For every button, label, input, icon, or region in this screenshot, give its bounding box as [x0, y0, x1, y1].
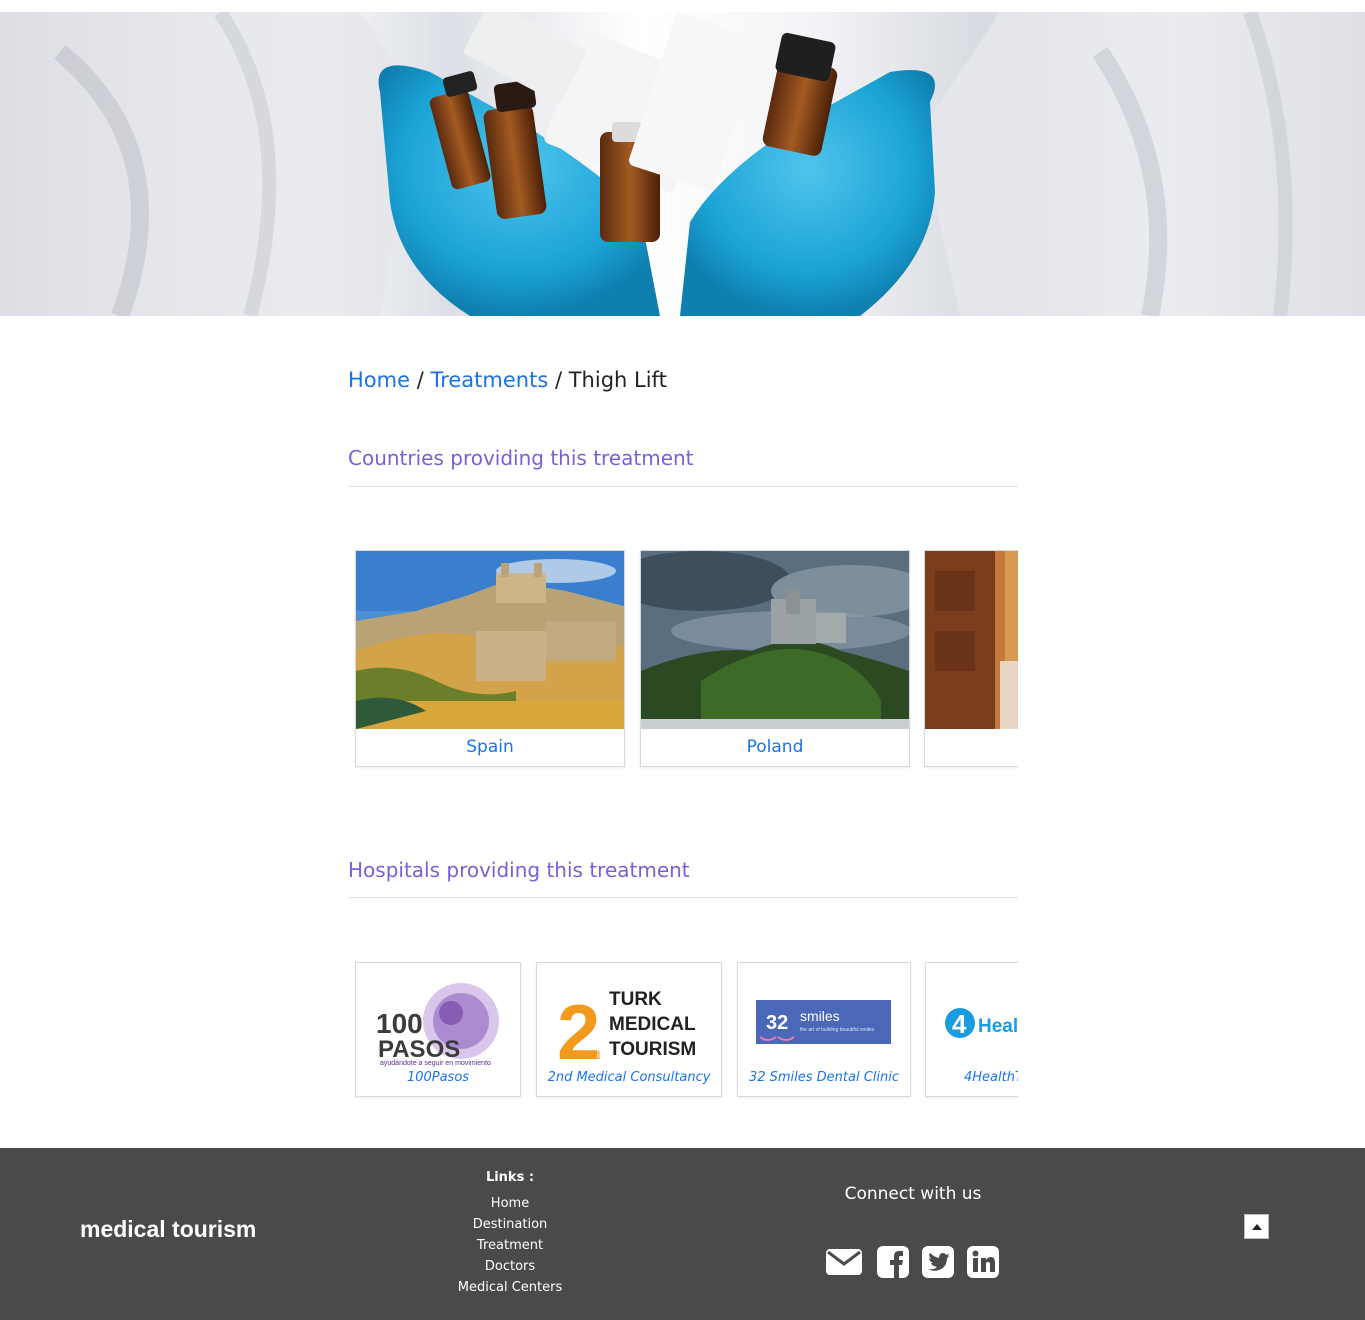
countries-carousel: Spain Poland	[348, 550, 1018, 770]
breadcrumb-home-link[interactable]: Home	[348, 368, 410, 392]
logo-text: 100	[376, 1008, 423, 1039]
footer: medical tourism Links : Home Destination…	[0, 1148, 1365, 1320]
breadcrumb-separator: /	[554, 368, 563, 392]
country-name[interactable]: Poland	[641, 737, 909, 757]
footer-link-treatment[interactable]: Treatment	[410, 1235, 610, 1256]
logo-word: smiles	[800, 1008, 840, 1024]
hospital-logo-100pasos: 100 PASOS ayudándote a seguir en movimie…	[356, 971, 520, 1071]
footer-brand: medical tourism	[80, 1216, 257, 1242]
footer-link-doctors[interactable]: Doctors	[410, 1256, 610, 1277]
footer-links-title: Links :	[485, 1170, 535, 1185]
hospital-logo-4health: 4 Heal	[926, 971, 1018, 1071]
hospital-logo-32-smiles: 32 smiles the art of building beautiful …	[738, 971, 910, 1071]
logo-line: TURK	[609, 989, 662, 1010]
logo-text: PASOS	[378, 1036, 460, 1063]
country-card[interactable]	[924, 550, 1018, 767]
logo-line: TOURISM	[609, 1039, 696, 1060]
hospital-name[interactable]: 32 Smiles Dental Clinic	[738, 1070, 910, 1085]
hospitals-carousel: 100 PASOS ayudándote a seguir en movimie…	[348, 962, 1018, 1102]
hospital-logo-turk-medical-tourism: 2 nd TURK MEDICAL TOURISM	[537, 971, 721, 1076]
logo-mark: 4	[952, 1009, 967, 1039]
country-card-spain[interactable]: Spain	[355, 550, 625, 767]
email-icon[interactable]	[825, 1245, 863, 1283]
hospital-card-32-smiles-dental-clinic[interactable]: 32 smiles the art of building beautiful …	[737, 962, 911, 1097]
hospital-name[interactable]: 100Pasos	[356, 1070, 520, 1085]
hospital-name[interactable]: 4HealthT	[926, 1070, 1018, 1085]
caret-up-icon	[1252, 1224, 1262, 1230]
section-divider	[348, 486, 1018, 487]
breadcrumb: Home / Treatments / Thigh Lift	[348, 368, 667, 392]
footer-links: Links : Home Destination Treatment Docto…	[410, 1170, 610, 1298]
country-image-poland	[641, 551, 909, 729]
logo-word: Heal	[978, 1016, 1018, 1037]
logo-suffix: nd	[587, 1048, 600, 1062]
breadcrumb-current: Thigh Lift	[568, 368, 667, 392]
logo-tagline: ayudándote a seguir en movimiento	[380, 1060, 491, 1067]
twitter-icon[interactable]	[921, 1245, 955, 1283]
facebook-icon[interactable]	[876, 1245, 910, 1283]
connect-with-us-heading: Connect with us	[844, 1184, 982, 1204]
hero-banner-image	[0, 12, 1365, 316]
country-image	[925, 551, 1018, 729]
countries-section-title: Countries providing this treatment	[348, 446, 694, 470]
country-card-poland[interactable]: Poland	[640, 550, 910, 767]
section-divider	[348, 897, 1018, 898]
breadcrumb-treatments-link[interactable]: Treatments	[430, 368, 548, 392]
footer-link-home[interactable]: Home	[410, 1193, 610, 1214]
footer-link-medical-centers[interactable]: Medical Centers	[410, 1277, 610, 1298]
logo-tagline: the art of building beautiful smiles	[800, 1027, 875, 1033]
hospital-card-4health[interactable]: 4 Heal 4HealthT	[925, 962, 1018, 1097]
hospital-card-100pasos[interactable]: 100 PASOS ayudándote a seguir en movimie…	[355, 962, 521, 1097]
hospital-card-2nd-medical-consultancy[interactable]: 2 nd TURK MEDICAL TOURISM 2nd Medical Co…	[536, 962, 722, 1097]
linkedin-icon[interactable]	[966, 1245, 1000, 1283]
logo-line: MEDICAL	[609, 1014, 696, 1035]
footer-link-destination[interactable]: Destination	[410, 1214, 610, 1235]
hospitals-section-title: Hospitals providing this treatment	[348, 858, 690, 882]
country-name[interactable]: Spain	[356, 737, 624, 757]
breadcrumb-separator: /	[416, 368, 424, 392]
hospital-name[interactable]: 2nd Medical Consultancy	[537, 1070, 721, 1085]
country-image-spain	[356, 551, 624, 729]
logo-number: 32	[766, 1012, 788, 1034]
scroll-to-top-button[interactable]	[1244, 1214, 1269, 1239]
